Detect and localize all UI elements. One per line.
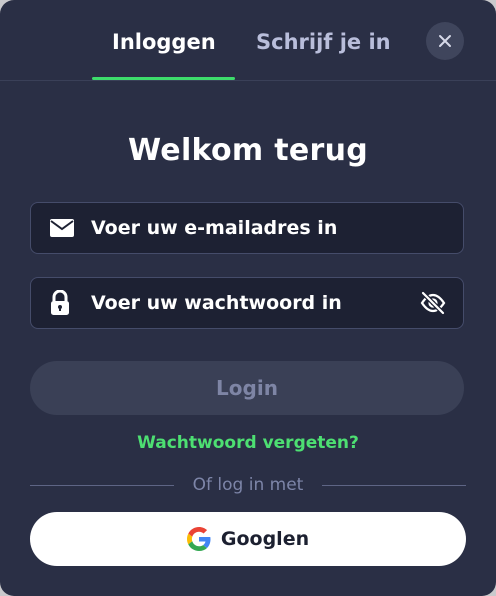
password-input[interactable]: [91, 278, 411, 328]
lock-icon: [49, 290, 71, 316]
divider-line-left: [30, 485, 174, 486]
close-button[interactable]: [426, 22, 464, 60]
eye-off-icon[interactable]: [419, 291, 447, 315]
email-field[interactable]: [30, 202, 464, 254]
login-button[interactable]: Login: [30, 361, 464, 415]
google-icon: [186, 527, 211, 551]
tab-signup[interactable]: Schrijf je in: [256, 30, 391, 54]
divider-label: Of log in met: [192, 475, 304, 495]
tab-login[interactable]: Inloggen: [112, 30, 216, 54]
google-login-button[interactable]: Googlen: [30, 512, 466, 566]
email-input[interactable]: [91, 203, 411, 253]
forgot-password-link[interactable]: Wachtwoord vergeten?: [0, 433, 496, 453]
google-button-label: Googlen: [220, 528, 310, 550]
password-field[interactable]: [30, 277, 464, 329]
divider-line-right: [322, 485, 466, 486]
active-tab-indicator: [92, 77, 235, 80]
close-icon: [439, 35, 451, 47]
auth-tabs: Inloggen Schrijf je in: [0, 0, 496, 81]
page-title: Welkom terug: [127, 133, 369, 168]
login-modal: Inloggen Schrijf je in Welkom terug Voer…: [0, 0, 496, 596]
envelope-icon: [49, 218, 75, 238]
